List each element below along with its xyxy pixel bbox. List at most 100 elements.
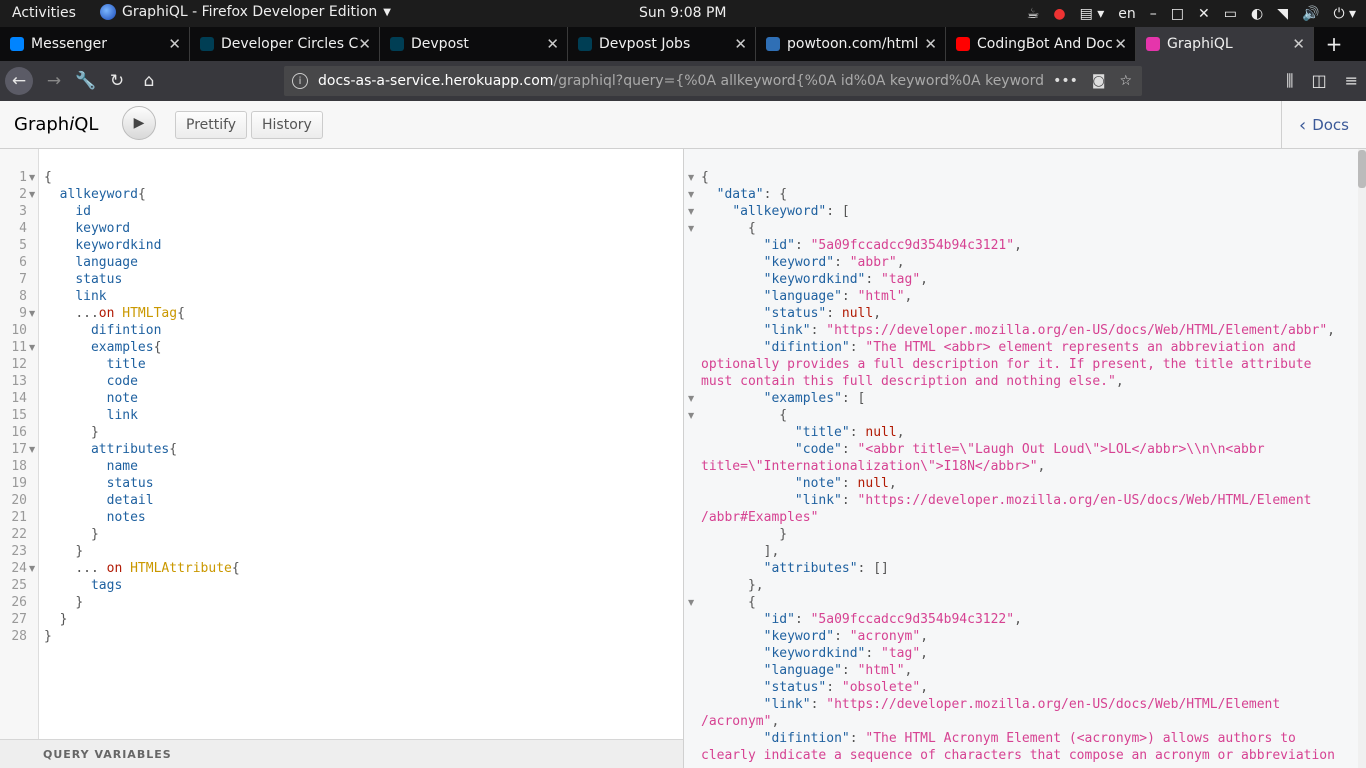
result-line: "difintion": "The HTML Acronym Element (… [763,731,1296,746]
info-icon[interactable]: i [292,73,308,89]
query-line[interactable]: id [44,203,91,220]
browser-tab[interactable]: Devpost Jobs ✕ [568,27,756,61]
query-line[interactable]: tags [44,577,122,594]
query-line[interactable]: } [44,526,99,543]
browser-tab[interactable]: Devpost ✕ [380,27,568,61]
fold-toggle-icon[interactable]: ▼ [29,305,35,322]
query-line[interactable]: ... on HTMLAttribute{ [44,560,239,577]
reload-icon[interactable]: ↻ [103,67,131,95]
browser-tab[interactable]: Developer Circles C ✕ [190,27,380,61]
home-icon[interactable]: ⌂ [135,67,163,95]
maximize-icon[interactable]: □ [1171,6,1184,22]
night-light-icon[interactable]: ◐ [1251,6,1263,22]
library-icon[interactable]: ⫼ [1286,71,1293,91]
fold-toggle-icon[interactable]: ▼ [688,220,694,237]
query-line[interactable]: title [44,356,146,373]
result-line: "keyword": "abbr", [763,255,905,270]
query-text: examples{ [90,340,162,355]
close-tab-icon[interactable]: ✕ [734,35,747,53]
result-scrollbar-thumb[interactable] [1358,150,1366,188]
query-line[interactable]: } [44,543,83,560]
query-line[interactable]: } [44,594,83,611]
query-line[interactable]: status [44,475,154,492]
minimize-icon[interactable]: – [1150,6,1157,22]
query-line[interactable]: examples{ [44,339,161,356]
clock[interactable]: Sun 9:08 PM [639,5,727,21]
docs-button[interactable]: ‹ Docs [1281,101,1366,149]
more-icon[interactable]: ••• [1053,73,1078,89]
url-bar[interactable]: i docs-as-a-service.herokuapp.com /graph… [284,66,1142,96]
browser-tab[interactable]: CodingBot And Doc ✕ [946,27,1136,61]
language-indicator[interactable]: en [1118,6,1136,22]
power-icon[interactable]: ⏻ ▾ [1333,6,1356,22]
history-button[interactable]: History [251,111,323,139]
query-line[interactable]: code [44,373,138,390]
fold-toggle-icon[interactable]: ▼ [688,390,694,407]
query-line[interactable]: notes [44,509,146,526]
query-line[interactable]: difintion [44,322,161,339]
line-number: 26 [11,595,27,610]
result-scrollbar[interactable] [1358,149,1366,768]
browser-tab[interactable]: Messenger ✕ [0,27,190,61]
query-editor[interactable]: 1 ▼{2 ▼ allkeyword{3 id 4 keyword 5 keywordk… [0,149,683,768]
prettify-button[interactable]: Prettify [175,111,248,139]
result-line: "difintion": "The HTML <abbr> element re… [763,340,1296,355]
close-tab-icon[interactable]: ✕ [168,35,181,53]
screen-icon[interactable]: ▭ [1224,6,1237,22]
query-line[interactable]: note [44,390,138,407]
fold-toggle-icon[interactable]: ▼ [688,407,694,424]
query-line[interactable]: name [44,458,138,475]
query-line[interactable]: attributes{ [44,441,177,458]
query-line[interactable]: status [44,271,122,288]
volume-icon[interactable]: 🔊 [1302,6,1319,22]
close-icon[interactable]: ✕ [1198,6,1210,22]
query-line[interactable]: } [44,611,68,628]
new-tab-button[interactable]: + [1314,27,1354,61]
query-line[interactable]: } [44,628,52,645]
fold-toggle-icon[interactable]: ▼ [29,169,35,186]
query-line[interactable]: } [44,424,99,441]
back-icon[interactable]: ← [5,67,33,95]
activities-button[interactable]: Activities [12,5,76,21]
close-tab-icon[interactable]: ✕ [358,35,371,53]
fold-toggle-icon[interactable]: ▼ [688,169,694,186]
query-variables-header[interactable]: QUERY VARIABLES [0,739,683,768]
menu-icon[interactable]: ≡ [1345,71,1358,91]
app-menu[interactable]: GraphiQL - Firefox Developer Edition ▼ [100,4,391,20]
wifi-icon[interactable]: ◥ [1277,6,1288,22]
sidebar-icon[interactable]: ◫ [1311,71,1326,91]
fold-toggle-icon[interactable]: ▼ [688,594,694,611]
query-line[interactable]: language [44,254,138,271]
line-number: 8 [19,289,27,304]
query-line[interactable]: keyword [44,220,130,237]
result-viewer[interactable]: ▼ {▼ "data": {▼ "allkeyword": [▼ { "id": … [684,149,1358,768]
bookmark-star-icon[interactable]: ☆ [1119,73,1132,89]
record-icon[interactable]: ● [1053,6,1065,22]
coffee-icon[interactable]: ☕ [1027,6,1040,22]
query-line[interactable]: link [44,288,106,305]
tools-icon[interactable]: 🔧 [72,67,100,95]
clipboard-icon[interactable]: ▤ ▾ [1080,6,1105,22]
close-tab-icon[interactable]: ✕ [1114,35,1127,53]
fold-toggle-icon[interactable]: ▼ [688,186,694,203]
execute-button[interactable]: ▶ [122,106,156,140]
fold-toggle-icon[interactable]: ▼ [29,560,35,577]
app-title: GraphiQL - Firefox Developer Edition [122,4,378,20]
query-line[interactable]: ...on HTMLTag{ [44,305,185,322]
browser-tab[interactable]: powtoon.com/html ✕ [756,27,946,61]
query-line[interactable]: { [44,169,52,186]
close-tab-icon[interactable]: ✕ [1292,35,1305,53]
close-tab-icon[interactable]: ✕ [924,35,937,53]
query-line[interactable]: keywordkind [44,237,161,254]
forward-icon[interactable]: → [40,67,68,95]
query-line[interactable]: link [44,407,138,424]
browser-tab[interactable]: GraphiQL ✕ [1136,27,1314,61]
fold-toggle-icon[interactable]: ▼ [29,441,35,458]
query-line[interactable]: allkeyword{ [44,186,146,203]
fold-toggle-icon[interactable]: ▼ [29,186,35,203]
fold-toggle-icon[interactable]: ▼ [29,339,35,356]
pocket-icon[interactable]: ◙ [1092,73,1106,89]
query-line[interactable]: detail [44,492,154,509]
fold-toggle-icon[interactable]: ▼ [688,203,694,220]
close-tab-icon[interactable]: ✕ [546,35,559,53]
